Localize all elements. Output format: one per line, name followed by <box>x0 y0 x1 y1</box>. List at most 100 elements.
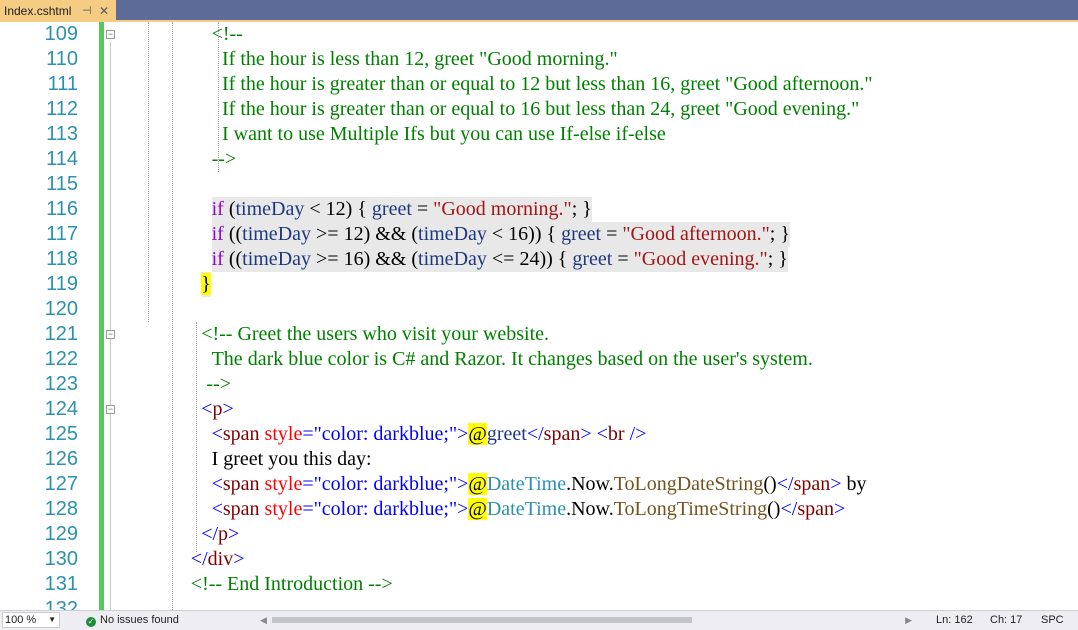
indent-guide <box>148 22 149 322</box>
collapse-icon[interactable]: − <box>106 30 115 39</box>
token-met: ToLongDateString <box>613 473 764 495</box>
indent-guide <box>196 322 197 552</box>
code-text: </div> <box>191 547 245 572</box>
close-icon[interactable]: ✕ <box>99 0 109 22</box>
code-line[interactable]: 112 If the hour is greater than or equal … <box>0 97 1078 122</box>
check-circle-icon: ✓ <box>86 617 96 627</box>
tab-filename: Index.cshtml <box>4 4 72 18</box>
code-line[interactable]: 122 The dark blue color is C# and Razor. … <box>0 347 1078 372</box>
code-line[interactable]: 120 <box>0 297 1078 322</box>
document-tab-index-cshtml[interactable]: Index.cshtml ⊣ ✕ <box>0 0 116 22</box>
code-line[interactable]: 129 </p> <box>0 522 1078 547</box>
code-line[interactable]: 111 If the hour is greater than or equal … <box>0 72 1078 97</box>
token-kw: > <box>833 498 846 520</box>
token-kw: < <box>201 398 213 420</box>
code-text: if ((timeDay >= 16) && (timeDay <= 24)) … <box>211 247 788 272</box>
token-ctl: if <box>211 198 224 220</box>
token-str: "Good morning." <box>433 198 572 220</box>
code-text: <!-- End Introduction --> <box>191 572 393 597</box>
code-text: If the hour is less than 12, greet "Good… <box>222 47 618 72</box>
token-tag: span <box>543 423 581 445</box>
code-line[interactable]: 114 --> <box>0 147 1078 172</box>
code-line[interactable]: 131 <!-- End Introduction --> <box>0 572 1078 597</box>
token-com: <!-- <box>211 23 243 45</box>
token-tag: p <box>212 398 223 420</box>
token-tag: span <box>222 423 260 445</box>
code-line[interactable]: 110 If the hour is less than 12, greet "G… <box>0 47 1078 72</box>
document-tab-bar: Index.cshtml ⊣ ✕ <box>0 0 1078 22</box>
token-att: style <box>264 473 303 495</box>
line-number-status[interactable]: Ln: 162 <box>936 611 973 629</box>
token-var: timeDay <box>242 248 312 270</box>
code-text: <span style="color: darkblue;">@DateTime… <box>212 497 846 522</box>
scrollbar-thumb[interactable] <box>272 617 692 623</box>
horizontal-scrollbar[interactable]: ◀ ▶ <box>258 614 914 626</box>
token-tag: div <box>207 548 234 570</box>
token-txt: by <box>841 473 867 495</box>
code-text: --> <box>206 372 231 397</box>
token-aval: color: darkblue; <box>321 423 449 445</box>
token-met: ToLongTimeString <box>613 498 768 520</box>
token-kw: > <box>222 398 234 420</box>
code-line[interactable]: 115 <box>0 172 1078 197</box>
code-line[interactable]: 118 if ((timeDay >= 16) && (timeDay <= 24… <box>0 247 1078 272</box>
token-razor: @ <box>468 498 487 520</box>
line-number: 114 <box>46 148 78 170</box>
code-line[interactable]: 109 <!-- <box>0 22 1078 47</box>
token-kw: </ <box>190 548 208 570</box>
token-str: "Good evening." <box>633 248 768 270</box>
zoom-dropdown[interactable]: 100 % ▼ <box>2 612 60 628</box>
code-line[interactable]: 116 if (timeDay < 12) { greet = "Good mor… <box>0 197 1078 222</box>
token-com: --> <box>211 148 237 170</box>
token-com: If the hour is less than 12, greet "Good… <box>222 48 618 70</box>
code-line[interactable]: 127 <span style="color: darkblue;">@DateT… <box>0 472 1078 497</box>
line-number: 127 <box>44 473 78 495</box>
code-line[interactable]: 124 <p> <box>0 397 1078 422</box>
token-kw: </ <box>776 473 794 495</box>
line-number: 125 <box>44 423 78 445</box>
code-text: I want to use Multiple Ifs but you can u… <box>222 122 666 147</box>
code-line[interactable]: 117 if ((timeDay >= 12) && (timeDay < 16)… <box>0 222 1078 247</box>
code-line[interactable]: 119} <box>0 272 1078 297</box>
token-txt: .Now. <box>566 498 614 520</box>
token-kw: </ <box>526 423 544 445</box>
code-text: } <box>201 272 211 297</box>
code-line[interactable]: 123 --> <box>0 372 1078 397</box>
line-number: 131 <box>44 573 78 595</box>
line-number: 124 <box>44 398 78 420</box>
token-txt: (( <box>223 223 243 245</box>
token-att: style <box>264 498 303 520</box>
code-line[interactable]: 126 I greet you this day: <box>0 447 1078 472</box>
issues-indicator[interactable]: ✓ No issues found <box>86 611 179 629</box>
code-line[interactable]: 125 <span style="color: darkblue;">@greet… <box>0 422 1078 447</box>
token-var: timeDay <box>235 198 305 220</box>
code-line[interactable]: 121 <!-- Greet the users who visit your w… <box>0 322 1078 347</box>
line-number: 132 <box>44 598 78 610</box>
token-aval: color: darkblue; <box>321 498 449 520</box>
code-text: I greet you this day: <box>212 447 372 472</box>
code-line[interactable]: 130 </div> <box>0 547 1078 572</box>
line-number: 117 <box>46 223 78 245</box>
code-line[interactable]: 128 <span style="color: darkblue;">@DateT… <box>0 497 1078 522</box>
line-number: 115 <box>46 173 78 195</box>
whitespace-mode-status[interactable]: SPC <box>1041 611 1064 629</box>
token-txt: = <box>612 248 634 270</box>
token-txt: ; } <box>767 248 788 270</box>
code-text: </p> <box>201 522 239 547</box>
scroll-left-icon[interactable]: ◀ <box>260 614 267 626</box>
code-text: if ((timeDay >= 12) && (timeDay < 16)) {… <box>211 222 790 247</box>
line-number: 109 <box>44 23 78 45</box>
char-number-status[interactable]: Ch: 17 <box>990 611 1022 629</box>
line-number: 112 <box>46 98 78 120</box>
line-number: 119 <box>46 273 78 295</box>
pin-icon[interactable]: ⊣ <box>82 0 92 22</box>
code-line[interactable]: 113 I want to use Multiple Ifs but you ca… <box>0 122 1078 147</box>
scroll-right-icon[interactable]: ▶ <box>905 614 912 626</box>
collapse-icon[interactable]: − <box>106 330 115 339</box>
token-kw: < <box>596 423 608 445</box>
token-kw: </ <box>201 523 219 545</box>
token-com: The dark blue color is C# and Razor. It … <box>211 348 813 370</box>
code-line[interactable]: 132 <box>0 597 1078 610</box>
collapse-icon[interactable]: − <box>106 405 115 414</box>
code-editor[interactable]: 109 <!-- 110 If the hour is less than 12, g… <box>0 22 1078 610</box>
